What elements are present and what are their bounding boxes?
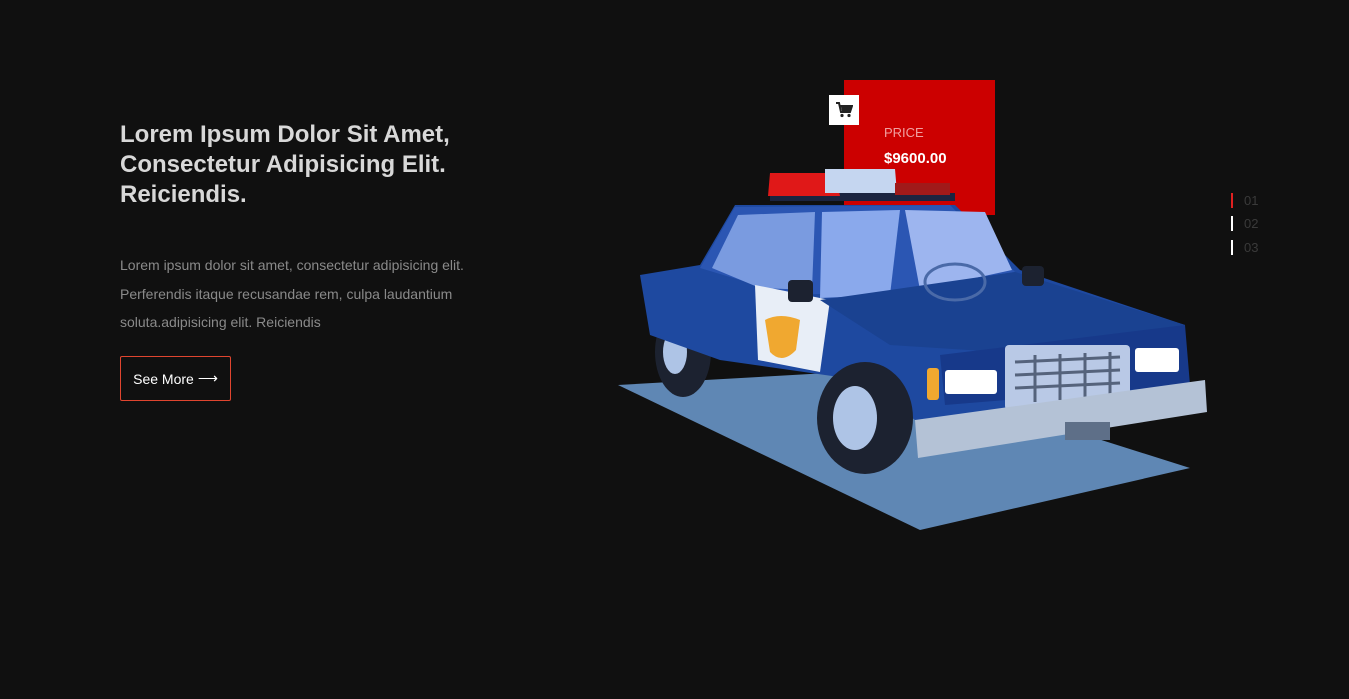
slide-bar (1231, 239, 1233, 255)
slide-indicator-02[interactable]: 02 (1231, 216, 1258, 232)
slide-bar (1231, 216, 1233, 231)
cart-icon (836, 102, 853, 118)
slide-indicator-01[interactable]: 01 (1231, 192, 1258, 208)
slide-indicator-03[interactable]: 03 (1231, 239, 1258, 255)
price-label: PRICE (884, 125, 924, 140)
hero-title: Lorem Ipsum Dolor Sit Amet, Consectetur … (120, 121, 450, 208)
police-car-illustration (618, 169, 1207, 530)
see-more-button[interactable]: See More ⟶ (120, 356, 231, 401)
hero-description: Lorem ipsum dolor sit amet, consectetur … (120, 257, 464, 330)
arrow-right-icon: ⟶ (197, 370, 218, 386)
slide-number: 01 (1244, 192, 1259, 208)
add-to-cart-button[interactable] (829, 95, 859, 125)
slide-number: 02 (1244, 216, 1259, 231)
slide-number: 03 (1244, 239, 1259, 255)
see-more-label: See More (133, 370, 194, 387)
slider-nav: 01 02 03 (1231, 192, 1258, 263)
slide-bar (1231, 192, 1233, 208)
